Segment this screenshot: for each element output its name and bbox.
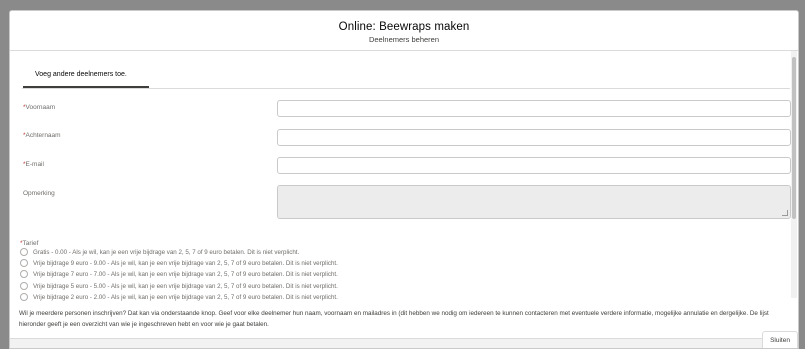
modal-body: Voeg andere deelnemers toe. *Voornaam *A… — [10, 51, 798, 338]
last-name-label: *Achternaam — [23, 132, 61, 139]
scrollbar[interactable] — [791, 51, 797, 298]
radio-button[interactable] — [20, 270, 28, 278]
modal-header: Online: Beewraps maken Deelnemers behere… — [10, 11, 798, 51]
radio-button[interactable] — [20, 293, 28, 301]
remark-textarea[interactable] — [277, 185, 791, 219]
email-field[interactable] — [277, 157, 791, 174]
modal-footer: Sluiten — [10, 331, 798, 348]
modal-subtitle: Deelnemers beheren — [368, 35, 440, 44]
participants-modal: Online: Beewraps maken Deelnemers behere… — [9, 10, 799, 349]
radio-button[interactable] — [20, 248, 28, 256]
first-name-field[interactable] — [277, 100, 791, 117]
email-label: *E-mail — [23, 161, 44, 168]
tarief-option[interactable]: Vrije bijdrage 5 euro - 5.00 - Als je wi… — [20, 281, 338, 291]
modal-title: Online: Beewraps maken — [338, 21, 470, 33]
remark-label: Opmerking — [23, 190, 55, 197]
radio-button[interactable] — [20, 259, 28, 267]
tab-bar: Voeg andere deelnemers toe. — [22, 71, 790, 89]
tarief-option[interactable]: Vrije bijdrage 2 euro - 2.00 - Als je wi… — [20, 292, 338, 302]
close-button[interactable]: Sluiten — [762, 331, 798, 348]
last-name-field[interactable] — [277, 129, 791, 146]
tarief-label: *Tarief — [20, 240, 39, 247]
scroll-thumb[interactable] — [792, 57, 796, 219]
resize-handle-icon[interactable] — [782, 210, 788, 216]
tarief-option[interactable]: Vrije bijdrage 7 euro - 7.00 - Als je wi… — [20, 269, 338, 279]
multi-registration-info: Wil je meerdere personen inschrijven? Da… — [19, 310, 769, 328]
tarief-option[interactable]: Gratis - 0.00 - Als je wil, kan je een v… — [20, 247, 299, 257]
first-name-label: *Voornaam — [23, 104, 56, 111]
tab-add-participants[interactable]: Voeg andere deelnemers toe. — [23, 70, 149, 88]
radio-button[interactable] — [20, 282, 28, 290]
tarief-option[interactable]: Vrije bijdrage 9 euro - 9.00 - Als je wi… — [20, 258, 338, 268]
